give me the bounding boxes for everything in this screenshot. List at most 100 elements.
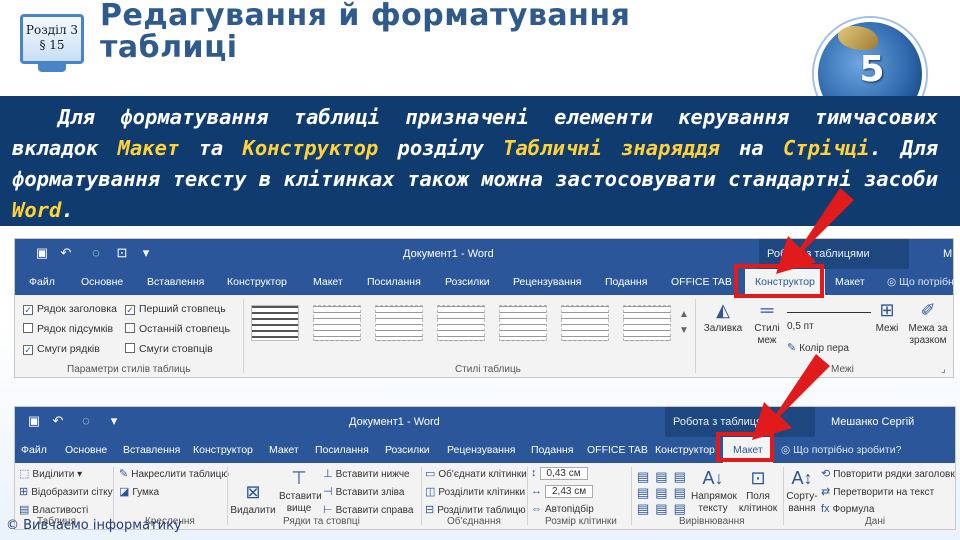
properties-button[interactable]: ▤ Властивості [19,503,88,516]
borders-button[interactable]: ⊞ Межі [871,299,903,335]
customize-icon[interactable]: ▾ [107,414,121,428]
autofit-button[interactable]: ⇔ Автопідбір [531,503,594,515]
checkbox-banded-rows[interactable]: ✓ Смуги рядків [23,343,100,355]
split-table-button[interactable]: ⊟ Розділити таблицю [425,503,526,516]
tab-review[interactable]: Рецензування [447,437,515,463]
tab-layout[interactable]: Макет [313,269,343,295]
pen-weight-select[interactable]: 0,5 пт [787,321,814,332]
text-direction-button[interactable]: A↓ Напрямок тексту [691,467,737,515]
table-style-thumb[interactable] [623,305,671,341]
cell-height-icon: ↕ [531,467,537,479]
pen-color-button[interactable]: ✎ Колір пера [787,341,849,354]
redo-icon[interactable]: ◌ [79,414,93,428]
tab-mailings[interactable]: Розсилки [385,437,430,463]
checkbox-label: Останній стовпець [139,323,231,335]
pen-color-label: Колір пера [799,343,849,354]
merge-cells-label: Об'єднати клітинки [438,469,527,480]
eraser-icon: ◪ [119,486,130,498]
tab-layout[interactable]: Макет [269,437,299,463]
formula-button[interactable]: fx Формула [821,503,874,515]
split-cells-button[interactable]: ◫ Розділити клітинки [425,485,525,498]
view-gridlines-button[interactable]: ⊞ Відобразити сітку [19,485,113,498]
tab-office-tab[interactable]: OFFICE TAB [671,269,732,295]
tab-references[interactable]: Посилання [315,437,369,463]
table-style-thumb[interactable] [251,305,299,341]
delete-label: Видалити [230,505,276,516]
tab-view[interactable]: Подання [531,437,573,463]
cell-margins-button[interactable]: ⊡ Поля клітинок [737,467,779,515]
border-painter-button[interactable]: ✐ Межа за зразком [905,299,951,347]
tab-references[interactable]: Посилання [367,269,421,295]
shading-button[interactable]: ◭ Заливка [701,299,745,335]
checkbox-header-row[interactable]: ✓ Рядок заголовка [23,303,117,315]
insert-left-button[interactable]: ⊣ Вставити зліва [323,485,404,498]
lightbulb-icon: ◎ [887,276,900,288]
repeat-header-rows-button[interactable]: ⟲ Повторити рядки заголовків [821,467,955,480]
tab-review[interactable]: Рецензування [513,269,581,295]
dialog-launcher-icon[interactable]: ⌟ [941,364,946,375]
eraser-button[interactable]: ◪ Гумка [119,485,159,498]
select-button[interactable]: ⬚ Виділити ▾ [19,467,82,480]
tab-office-tab[interactable]: OFFICE TAB [587,437,648,463]
convert-to-text-button[interactable]: ⇄ Перетворити на текст [821,485,934,498]
copyright-footer: © Вивчаємо інформатику [6,518,182,533]
undo-icon[interactable]: ↶ [59,246,73,260]
pen-style-select[interactable] [787,303,871,313]
tab-file[interactable]: Файл [29,269,55,295]
gallery-scroll-down-icon[interactable]: ▼ [679,325,689,336]
group-separator [527,467,528,525]
tab-home[interactable]: Основне [65,437,107,463]
tab-design[interactable]: Конструктор [227,269,287,295]
tab-table-design[interactable]: Конструктор [655,437,715,463]
border-painter-label-2: зразком [909,335,947,346]
checkbox-last-column[interactable]: Останній стовпець [125,323,230,335]
insert-right-button[interactable]: ⊢ Вставити справа [323,503,413,516]
gallery-scroll-up-icon[interactable]: ▲ [679,309,689,320]
tab-design[interactable]: Конструктор [193,437,253,463]
badge-section: Розділ 3 [25,23,79,37]
save-icon[interactable]: ▣ [35,246,49,260]
merge-cells-button[interactable]: ▭ Об'єднати клітинки [425,467,527,480]
cell-margins-icon: ⊡ [750,468,766,488]
sort-button[interactable]: A↕ Сорту- вання [785,467,819,515]
draw-table-button[interactable]: ✎ Накреслити таблицю [119,467,229,480]
group-separator [113,467,114,525]
tab-file[interactable]: Файл [21,437,47,463]
delete-button[interactable]: ⊠ Видалити [229,481,277,517]
insert-above-button[interactable]: ⊤ Вставити вище [279,467,322,515]
cell-height-input[interactable]: ↕ 0,43 см [531,467,588,480]
autofit-icon: ⇔ [531,503,542,515]
checkbox-total-row[interactable]: Рядок підсумків [23,323,113,335]
sort-label-1: Сорту- [786,491,818,502]
tell-me-search[interactable]: ◎ Що потрібн [887,269,953,295]
table-style-thumb[interactable] [313,305,361,341]
insert-below-button[interactable]: ⊥ Вставити нижче [323,467,410,480]
insert-below-label: Вставити нижче [335,469,410,480]
tab-mailings[interactable]: Розсилки [445,269,490,295]
table-style-thumb[interactable] [375,305,423,341]
tab-home[interactable]: Основне [81,269,123,295]
customize-icon[interactable]: ▾ [139,246,153,260]
table-style-thumb[interactable] [499,305,547,341]
undo-icon[interactable]: ↶ [51,414,65,428]
border-styles-label-2: меж [757,335,777,346]
highlight-ribbon: Стрічці [782,136,870,160]
tab-insert[interactable]: Вставлення [147,269,204,295]
tab-view[interactable]: Подання [605,269,647,295]
border-styles-button[interactable]: ═ Стилі меж [747,299,787,347]
preview-icon[interactable]: ⊡ [115,246,129,260]
checkbox-first-column[interactable]: ✓ Перший стовпець [125,303,226,315]
cell-height-value: 0,43 см [539,467,588,480]
checkbox-banded-columns[interactable]: Смуги стовпців [125,343,213,355]
table-style-thumb[interactable] [437,305,485,341]
tab-insert[interactable]: Вставлення [123,437,180,463]
redo-icon[interactable]: ◌ [89,246,103,260]
table-style-thumb[interactable] [561,305,609,341]
cell-width-input[interactable]: ↔ 2,43 см [531,485,594,498]
document-title: Документ1 - Word [403,248,494,260]
alignment-grid-icon[interactable]: ▤▤▤ ▤▤▤ ▤▤▤ [637,469,692,517]
insert-below-icon: ⊥ [323,468,333,480]
cell-margins-label-1: Поля [746,491,770,502]
save-icon[interactable]: ▣ [27,414,41,428]
group-separator [227,467,228,525]
